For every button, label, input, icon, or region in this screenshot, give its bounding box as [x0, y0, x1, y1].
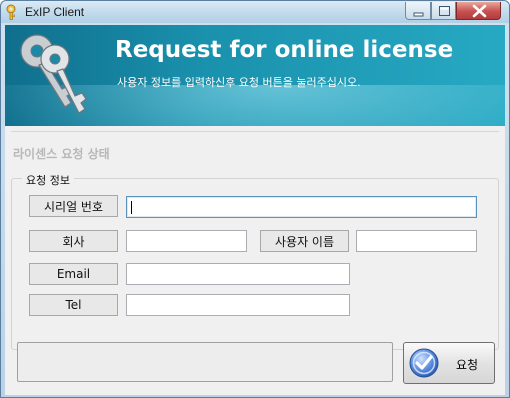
header-banner: Request for online license 사용자 정보를 입력하신후… — [5, 25, 505, 126]
group-label: 요청 정보 — [22, 172, 74, 188]
keys-icon — [20, 34, 87, 114]
title-bar[interactable]: ExIP Client — [1, 1, 509, 23]
minimize-icon — [413, 12, 424, 17]
maximize-button[interactable] — [431, 2, 456, 20]
request-button-label: 요청 — [456, 358, 479, 372]
username-input[interactable] — [356, 230, 477, 252]
client-area: Request for online license 사용자 정보를 입력하신후… — [5, 25, 505, 395]
email-input[interactable] — [126, 263, 350, 285]
window-title: ExIP Client — [25, 5, 85, 19]
email-label: Email — [29, 263, 118, 285]
banner-subtitle: 사용자 정보를 입력하신후 요청 버튼을 눌러주십시오. — [117, 76, 361, 89]
company-input[interactable] — [126, 230, 247, 252]
license-status-title: 라이센스 요청 상태 — [13, 147, 110, 161]
divider — [11, 131, 499, 132]
serial-label: 시리얼 번호 — [29, 195, 118, 217]
close-button[interactable] — [456, 2, 501, 20]
status-message-box — [17, 342, 393, 382]
maximize-icon — [439, 6, 450, 16]
tel-label: Tel — [29, 294, 118, 316]
text-caret — [131, 201, 132, 214]
serial-input[interactable] — [126, 196, 477, 218]
request-button[interactable]: 요청 — [403, 342, 495, 384]
minimize-button[interactable] — [405, 2, 431, 20]
checkmark-icon — [409, 348, 439, 378]
close-icon — [472, 4, 487, 18]
app-window: ExIP Client Request for online license 사… — [0, 0, 510, 398]
tel-input[interactable] — [126, 294, 350, 316]
key-app-icon — [6, 4, 16, 20]
username-label: 사용자 이름 — [260, 230, 349, 252]
banner-title: Request for online license — [115, 37, 454, 63]
company-label: 회사 — [29, 230, 118, 252]
